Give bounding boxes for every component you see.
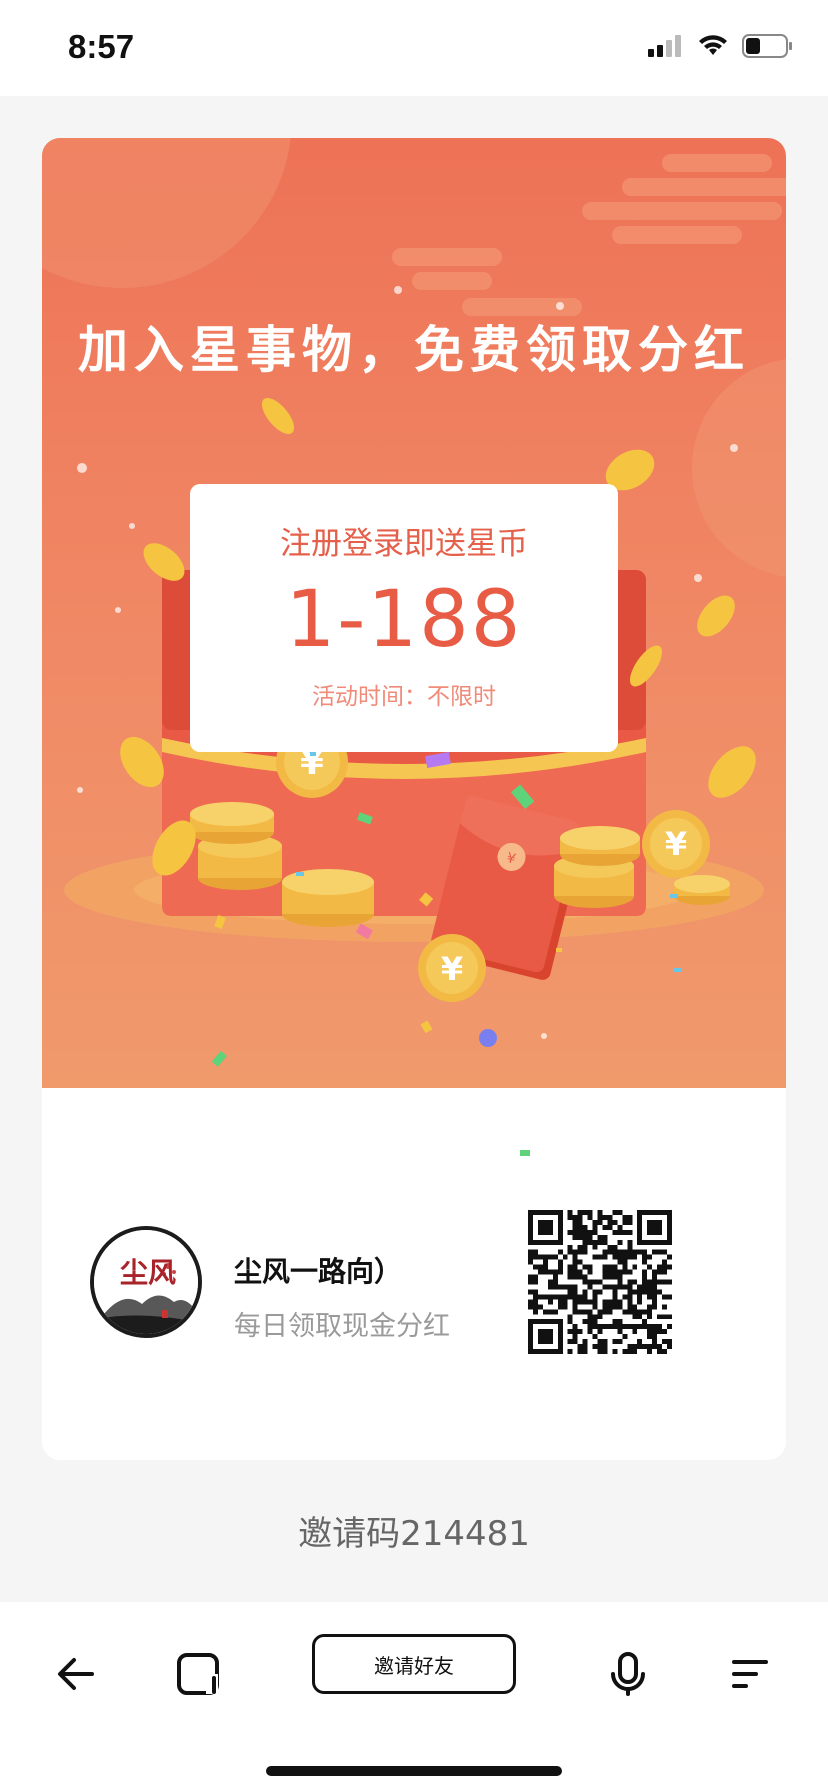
svg-text:¥: ¥ bbox=[665, 825, 687, 863]
status-time: 8:57 bbox=[68, 28, 135, 65]
status-bar: 8:57 bbox=[0, 0, 828, 96]
tabs-icon bbox=[177, 1653, 219, 1695]
qr-code bbox=[528, 1210, 672, 1354]
ticket-subtitle: 注册登录即送星币 bbox=[280, 526, 528, 562]
profile-row: 尘风 尘风一路向） 每日领取现金分红 bbox=[42, 1088, 786, 1460]
invite-friend-button[interactable]: 邀请好友 bbox=[312, 1634, 516, 1694]
back-arrow-icon bbox=[58, 1658, 94, 1690]
signal-icon bbox=[648, 35, 681, 57]
bottom-toolbar: 邀请好友 bbox=[0, 1602, 828, 1792]
reward-ticket: 注册登录即送星币 1-188 活动时间：不限时 bbox=[190, 484, 618, 752]
menu-button[interactable] bbox=[718, 1642, 782, 1706]
user-name: 尘风一路向） bbox=[234, 1255, 403, 1288]
ticket-time: 活动时间：不限时 bbox=[312, 684, 496, 710]
wifi-icon bbox=[699, 35, 727, 55]
banner-headline: 加入星事物，免费领取分红 bbox=[78, 321, 750, 379]
avatar: 尘风 bbox=[90, 1226, 202, 1338]
back-button[interactable] bbox=[44, 1642, 108, 1706]
voice-button[interactable] bbox=[596, 1642, 660, 1706]
status-icons bbox=[648, 34, 794, 58]
battery-icon bbox=[742, 34, 792, 58]
user-tagline: 每日领取现金分红 bbox=[234, 1311, 450, 1342]
invite-poster-card: ¥ ¥ ¥ ¥ 加入星事物，免费领取分红 注册登录即送星币 1-188 活动时间… bbox=[42, 138, 786, 1460]
avatar-image: 尘风 bbox=[94, 1230, 198, 1334]
ticket-amount: 1-188 bbox=[285, 575, 523, 665]
avatar-label: 尘风 bbox=[120, 1256, 176, 1289]
home-indicator bbox=[266, 1766, 562, 1776]
menu-icon bbox=[732, 1660, 768, 1688]
confetti-dot bbox=[520, 1150, 530, 1156]
tabs-button[interactable] bbox=[166, 1642, 230, 1706]
microphone-icon bbox=[611, 1652, 645, 1696]
invite-code: 邀请码214481 bbox=[298, 1514, 530, 1554]
svg-text:¥: ¥ bbox=[441, 950, 463, 988]
promo-banner: ¥ ¥ ¥ ¥ 加入星事物，免费领取分红 注册登录即送星币 1-188 活动时间… bbox=[42, 138, 786, 1088]
